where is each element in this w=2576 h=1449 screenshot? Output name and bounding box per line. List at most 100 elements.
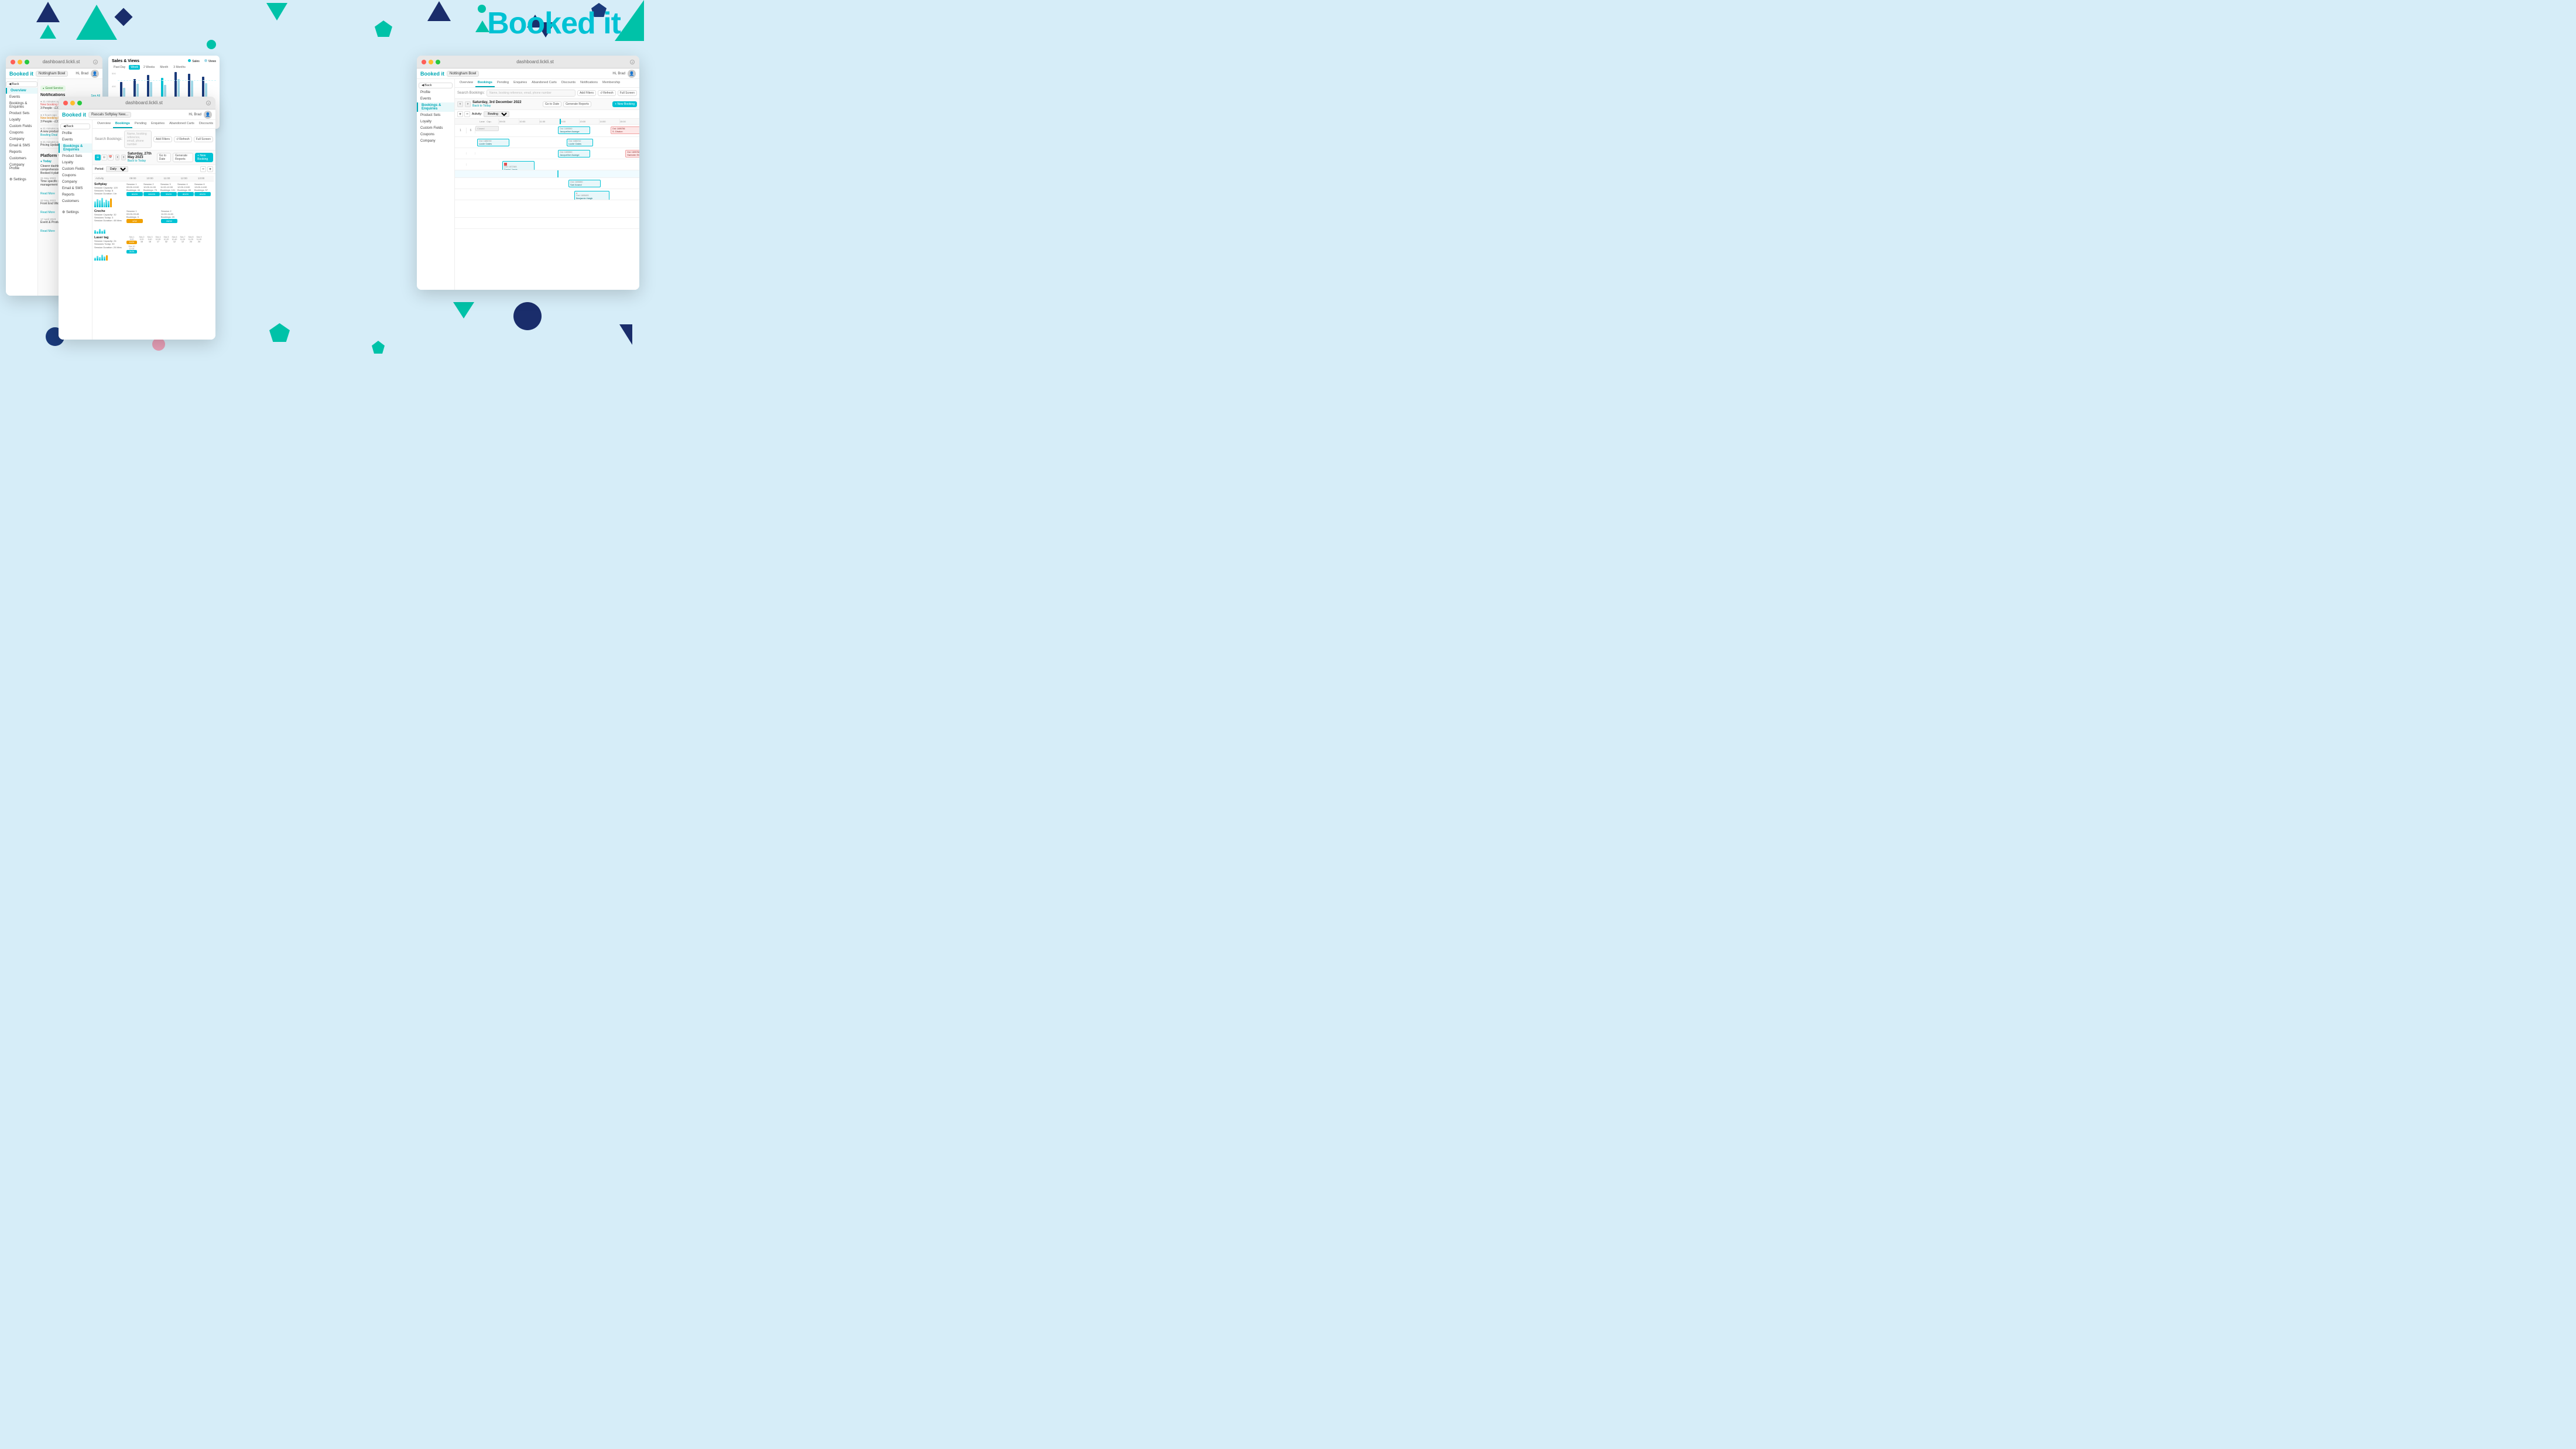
win2-min-btn[interactable] <box>70 101 75 105</box>
chart-tab-month[interactable]: Month <box>158 65 170 70</box>
win2-prev-date-btn[interactable]: ‹ <box>115 155 119 160</box>
win1-sidebar-reports[interactable]: Reports <box>6 149 37 155</box>
chart-tab-week[interactable]: Week <box>129 65 140 70</box>
win1-read-more-1[interactable]: Read More <box>40 192 55 196</box>
win3-zoom-in-btn[interactable]: + <box>457 111 463 117</box>
win3-l3-booking-1[interactable]: ● Ord: 1672345 Daniel Jarvis <box>502 161 535 170</box>
win3-sidebar-loyalty[interactable]: Loyalty <box>417 119 454 125</box>
win1-sidebar-bookings[interactable]: Bookings & Enquiries <box>6 101 37 110</box>
win3-min-btn[interactable] <box>429 60 433 64</box>
win3-fullscreen-btn[interactable]: Full Screen <box>618 90 637 96</box>
sp-s3-count[interactable]: 93/20 <box>160 192 177 196</box>
win3-venue-selector[interactable]: Nottingham Bowl <box>447 71 479 77</box>
win2-sidebar-settings[interactable]: ⚙ Settings <box>59 209 92 215</box>
win3-refresh-btn[interactable]: ↺ Refresh <box>598 90 616 96</box>
win3-tab-enquiries[interactable]: Enquiries <box>511 79 529 87</box>
win3-tab-bookings[interactable]: Bookings <box>475 79 495 87</box>
win3-add-filters-btn[interactable]: Add Filters <box>577 90 596 96</box>
win3-back-button[interactable]: ◀ Back <box>419 83 453 88</box>
win3-l4-booking-1[interactable]: Ord: 1695890 Sari Anand <box>568 180 601 187</box>
win2-sidebar-profile[interactable]: Profile <box>59 131 92 136</box>
win1-sidebar-overview[interactable]: Overview <box>6 88 37 94</box>
win2-go-to-date-btn[interactable]: Go to Date <box>157 153 171 162</box>
win1-sidebar-events[interactable]: Events <box>6 94 37 100</box>
win3-sidebar-profile[interactable]: Profile <box>417 90 454 95</box>
win2-venue-selector[interactable]: Rascals Softplay New... <box>88 112 131 118</box>
win3-l5-booking-1[interactable]: ● Ord: 1695493 Benjamin Haigh <box>574 191 609 200</box>
win3-tab-discounts[interactable]: Discounts <box>559 79 578 87</box>
win2-tab-enquiries[interactable]: Enquiries <box>149 120 167 128</box>
win2-cal-view-btn[interactable]: 📅 <box>108 155 114 160</box>
sp-s4-count[interactable]: 80/20 <box>177 192 194 196</box>
win2-zoom-in-btn[interactable]: + <box>207 166 213 172</box>
win2-sidebar-productsets[interactable]: Product Sets <box>59 153 92 159</box>
win1-sidebar-customers[interactable]: Customers <box>6 156 37 162</box>
win3-next-date-btn[interactable]: › <box>465 101 471 107</box>
win2-sidebar-bookings[interactable]: Bookings & Enquiries <box>59 143 92 153</box>
win3-l2-booking-2[interactable]: Ord: 1695756 Harinder Eh... <box>625 150 639 157</box>
win3-new-booking-btn[interactable]: + New Booking <box>612 101 637 107</box>
win2-sidebar-reports[interactable]: Reports <box>59 192 92 198</box>
win2-list-view-btn[interactable]: ☰ <box>95 155 101 160</box>
win1-read-more-2[interactable]: Read More <box>40 211 55 214</box>
win1-sidebar-settings[interactable]: ⚙ Settings <box>6 176 37 183</box>
win2-close-btn[interactable] <box>63 101 68 105</box>
win2-tab-discounts[interactable]: Discounts <box>197 120 215 128</box>
win2-grid-view-btn[interactable]: ⊞ <box>101 155 107 160</box>
win3-prev-date-btn[interactable]: ‹ <box>457 101 463 107</box>
chart-tab-3months[interactable]: 3 Months <box>172 65 187 70</box>
win2-period-select[interactable]: Daily <box>106 166 128 172</box>
win3-tab-pending[interactable]: Pending <box>495 79 511 87</box>
win2-fullscreen-btn[interactable]: Full Screen <box>194 136 213 142</box>
win3-reload-icon[interactable]: ↺ <box>630 60 635 64</box>
win3-tab-notifications[interactable]: Notifications <box>578 79 600 87</box>
win2-search-input[interactable]: Name, booking reference, email, phone nu… <box>124 131 152 148</box>
win1-sidebar-customfields[interactable]: Custom Fields <box>6 124 37 129</box>
win3-search-input[interactable]: Name, booking reference, email, phone nu… <box>487 90 576 97</box>
win3-tab-overview[interactable]: Overview <box>457 79 475 87</box>
win2-zoom-out-btn[interactable]: − <box>200 166 206 172</box>
win2-max-btn[interactable] <box>77 101 82 105</box>
cr-s1-count[interactable]: 4/32 <box>126 219 143 223</box>
lt-s10-cnt[interactable]: 24/24 <box>126 250 137 254</box>
win2-back-to-today[interactable]: Back to Today <box>128 159 155 163</box>
win3-sidebar-productsets[interactable]: Product Sets <box>417 112 454 118</box>
win1-sidebar-coupons[interactable]: Coupons <box>6 130 37 136</box>
win1-close-btn[interactable] <box>11 60 15 64</box>
win2-sidebar-events[interactable]: Events <box>59 137 92 143</box>
win3-sidebar-coupons[interactable]: Coupons <box>417 132 454 138</box>
win1-back-button[interactable]: ◀ Back <box>6 81 37 87</box>
sp-s1-count[interactable]: 60/20 <box>126 192 143 196</box>
cr-s2-count[interactable]: 28/32 <box>161 219 177 223</box>
win3-sidebar-company[interactable]: Company <box>417 138 454 144</box>
sp-s5-count[interactable]: 83/20 <box>194 192 211 196</box>
win2-next-date-btn[interactable]: › <box>121 155 125 160</box>
win3-activity-select[interactable]: Bowling <box>484 111 509 117</box>
win2-sidebar-company[interactable]: Company <box>59 179 92 185</box>
win3-l1-booking-1[interactable]: Ord: 1695590 Jacqueline Asange <box>558 126 590 134</box>
win2-sidebar-customers[interactable]: Customers <box>59 198 92 204</box>
win3-sidebar-bookings[interactable]: Bookings & Enquiries <box>417 102 454 112</box>
win1-sidebar-company[interactable]: Company <box>6 136 37 142</box>
win2-sidebar-coupons[interactable]: Coupons <box>59 173 92 179</box>
win3-tab-abandoned[interactable]: Abandoned Carts <box>529 79 559 87</box>
win1-venue-selector[interactable]: Nottingham Bowl <box>36 71 68 77</box>
win1-read-more-3[interactable]: Read More <box>40 229 55 233</box>
win3-close-btn[interactable] <box>422 60 426 64</box>
win2-new-booking-btn[interactable]: + New Booking <box>195 153 213 162</box>
win3-max-btn[interactable] <box>436 60 440 64</box>
chart-tab-pastday[interactable]: Past Day <box>112 65 127 70</box>
win2-sidebar-customfields[interactable]: Custom Fields <box>59 166 92 172</box>
win2-add-filters-btn[interactable]: Add Filters <box>153 136 172 142</box>
lt-s1-cnt[interactable]: 10/24 <box>126 241 137 244</box>
win3-sidebar-customfields[interactable]: Custom Fields <box>417 125 454 131</box>
win1-sidebar-loyalty[interactable]: Loyalty <box>6 117 37 123</box>
win3-generate-reports-btn[interactable]: Generate Reports <box>563 101 591 107</box>
win2-tab-abandoned[interactable]: Abandoned Carts <box>167 120 197 128</box>
win3-tab-membership[interactable]: Membership <box>600 79 622 87</box>
win2-reload-icon[interactable]: ↺ <box>206 101 211 105</box>
win2-back-button[interactable]: ◀ Back <box>60 124 90 129</box>
win3-zoom-out-btn[interactable]: − <box>464 111 470 117</box>
win2-sidebar-email[interactable]: Email & SMS <box>59 186 92 191</box>
win3-l1b-booking-liz[interactable]: Ord: 1686745 Lizzie Oates <box>477 139 509 146</box>
